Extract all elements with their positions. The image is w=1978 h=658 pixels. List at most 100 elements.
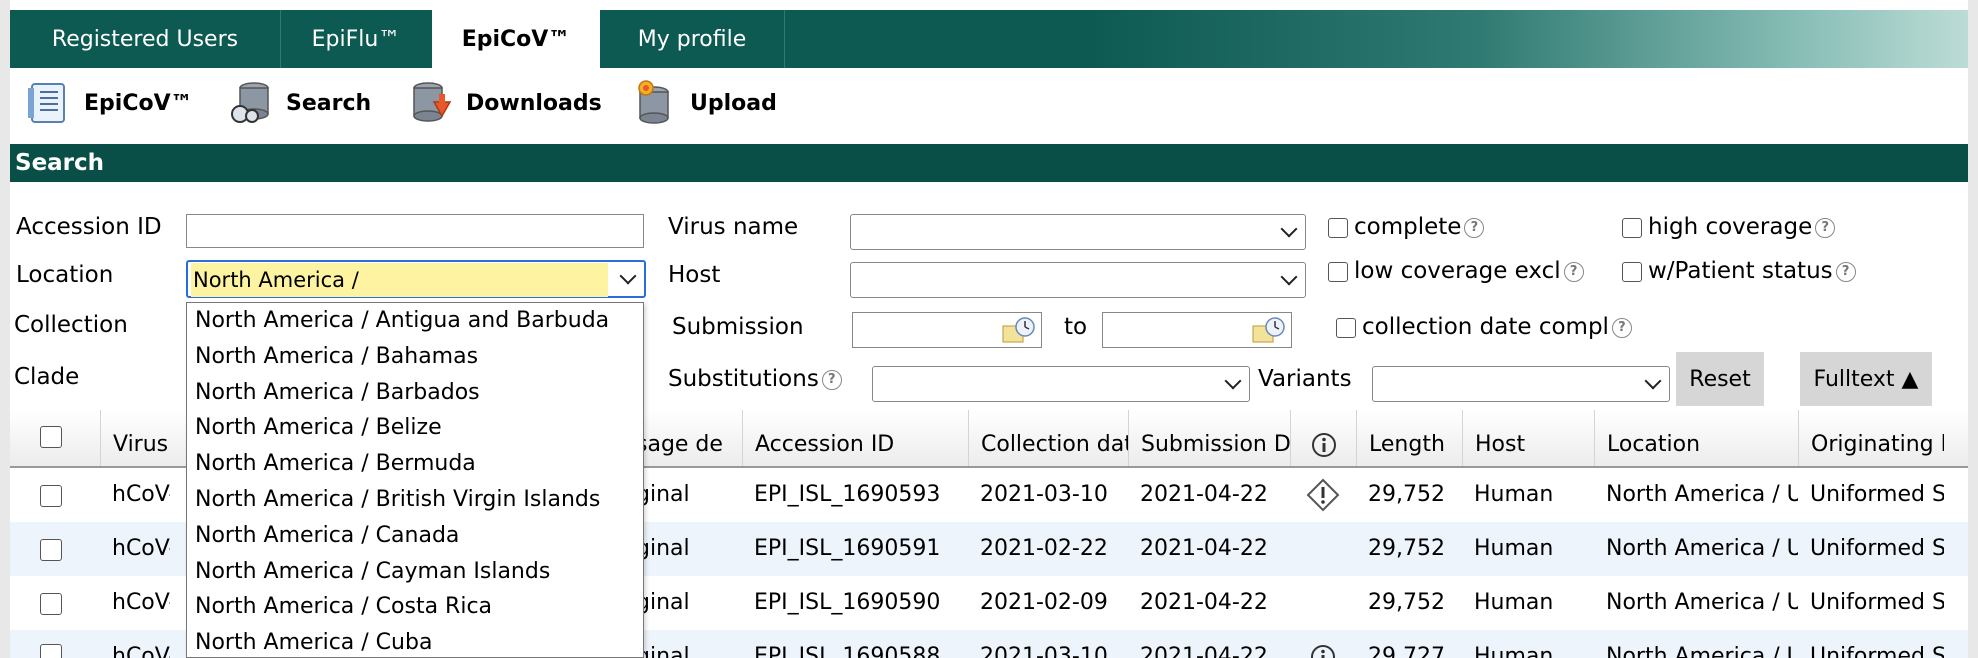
substitutions-select[interactable] (872, 366, 1250, 402)
cell-length: 29,752 (1368, 482, 1445, 507)
collection-date-complete-checkbox[interactable] (1336, 318, 1356, 338)
accession-id-input[interactable] (186, 214, 644, 248)
cell-originating-lab: Uniformed S (1810, 482, 1944, 507)
cell-accession-id[interactable]: EPI_ISL_1690591 (742, 522, 968, 576)
submission-to-date[interactable] (1102, 312, 1292, 348)
cell-location: North America / U (1606, 590, 1798, 615)
cell-passage: ginal (636, 482, 690, 507)
location-option[interactable]: North America / Antigua and Barbuda (187, 303, 643, 339)
downloads-tool-label: Downloads (466, 90, 602, 116)
cell-virus-name[interactable]: hCoV- (100, 576, 170, 630)
row-checkbox[interactable] (40, 539, 62, 561)
downloads-tool-button[interactable]: Downloads (408, 78, 602, 128)
search-tool-button[interactable]: Search (228, 78, 371, 128)
location-option[interactable]: North America / British Virgin Islands (187, 482, 643, 518)
high-coverage-label: high coverage? (1648, 214, 1836, 240)
high-coverage-checkbox[interactable] (1622, 218, 1642, 238)
epicov-tool-button[interactable]: EpiCoV™ (26, 78, 193, 128)
cell-accession-id[interactable]: EPI_ISL_1690590 (742, 576, 968, 630)
location-select[interactable]: North America / (186, 260, 646, 298)
col-length[interactable]: Length (1356, 410, 1462, 466)
col-originating-lab[interactable]: Originating l (1798, 410, 1944, 466)
col-location[interactable]: Location (1594, 410, 1798, 466)
info-icon (1311, 645, 1335, 658)
row-checkbox[interactable] (40, 593, 62, 615)
accession-id-label: Accession ID (16, 214, 162, 240)
cell-flag (1290, 630, 1356, 658)
upload-tool-button[interactable]: Upload (632, 78, 777, 128)
cell-passage: ginal (636, 644, 690, 658)
cell-length: 29,752 (1368, 536, 1445, 561)
chevron-down-icon (1224, 372, 1242, 390)
cell-length: 29,727 (1368, 644, 1445, 658)
cell-flag (1290, 468, 1356, 522)
location-option[interactable]: North America / Cayman Islands (187, 554, 643, 590)
calendar-icon[interactable] (1251, 316, 1285, 346)
host-label: Host (668, 262, 721, 288)
location-option[interactable]: North America / Belize (187, 410, 643, 446)
location-option[interactable]: North America / Bermuda (187, 446, 643, 482)
cell-collection-date: 2021-02-09 (980, 590, 1108, 615)
cell-originating-lab: Uniformed S (1810, 536, 1944, 561)
cell-location: North America / U (1606, 482, 1798, 507)
help-icon[interactable]: ? (1815, 217, 1836, 238)
cell-passage: ginal (636, 590, 690, 615)
complete-checkbox[interactable] (1328, 218, 1348, 238)
info-icon (1311, 433, 1336, 457)
low-coverage-checkbox[interactable] (1328, 262, 1348, 282)
cell-submission-date: 2021-04-22 (1140, 482, 1268, 507)
help-icon[interactable]: ? (1464, 217, 1485, 238)
col-accession-id[interactable]: Accession ID (742, 410, 968, 466)
search-tool-label: Search (286, 90, 372, 116)
fulltext-toggle-button[interactable]: Fulltext ▲ (1800, 352, 1932, 406)
database-upload-icon (638, 80, 669, 124)
app-frame: Registered Users EpiFlu™ EpiCoV™ My prof… (10, 0, 1968, 658)
upload-tool-label: Upload (690, 90, 777, 116)
variants-select[interactable] (1372, 366, 1670, 402)
cell-passage: ginal (636, 536, 690, 561)
col-info[interactable] (1290, 410, 1356, 466)
tab-registered-users[interactable]: Registered Users (10, 10, 281, 68)
host-select[interactable] (850, 262, 1306, 298)
help-icon[interactable]: ? (1611, 317, 1632, 338)
cell-virus-name[interactable]: hCoV- (100, 468, 170, 522)
top-nav: Registered Users EpiFlu™ EpiCoV™ My prof… (10, 8, 1968, 70)
cell-submission-date: 2021-04-22 (1140, 536, 1268, 561)
location-option[interactable]: North America / Barbados (187, 375, 643, 411)
col-submission-date[interactable]: Submission D (1128, 410, 1290, 466)
chevron-down-icon (1280, 268, 1298, 286)
reset-button[interactable]: Reset (1676, 352, 1764, 406)
cell-virus-name[interactable]: hCoV- (100, 522, 170, 576)
location-option[interactable]: North America / Costa Rica (187, 589, 643, 625)
cell-location: North America / U (1606, 536, 1798, 561)
tab-my-profile[interactable]: My profile (600, 10, 785, 68)
calendar-icon[interactable] (1001, 316, 1035, 346)
patient-status-checkbox[interactable] (1622, 262, 1642, 282)
row-checkbox[interactable] (40, 644, 62, 658)
cell-accession-id[interactable]: EPI_ISL_1690588 (742, 630, 968, 658)
cell-virus-name[interactable]: hCoV- (100, 630, 170, 658)
col-host[interactable]: Host (1462, 410, 1594, 466)
warning-icon (1306, 478, 1340, 512)
col-virus-name[interactable]: Virus n (100, 410, 170, 466)
substitutions-label: Substitutions? (668, 366, 842, 392)
help-icon[interactable]: ? (1835, 261, 1856, 282)
cell-length: 29,752 (1368, 590, 1445, 615)
cell-accession-id[interactable]: EPI_ISL_1690593 (742, 468, 968, 522)
tab-epiflu[interactable]: EpiFlu™ (280, 10, 433, 68)
col-collection-date[interactable]: Collection dat (968, 410, 1128, 466)
help-icon[interactable]: ? (821, 369, 842, 390)
virus-name-select[interactable] (850, 214, 1306, 250)
clade-label: Clade (14, 364, 80, 390)
location-option[interactable]: North America / Bahamas (187, 339, 643, 375)
location-option[interactable]: North America / Canada (187, 518, 643, 554)
chevron-down-icon (619, 267, 637, 285)
submission-from-date[interactable] (852, 312, 1042, 348)
select-all-checkbox[interactable] (40, 426, 62, 448)
location-option[interactable]: North America / Cuba (187, 625, 643, 657)
col-passage-details[interactable]: sage de (636, 410, 736, 466)
tab-epicov[interactable]: EpiCoV™ (432, 8, 600, 70)
help-icon[interactable]: ? (1563, 261, 1584, 282)
chevron-down-icon (1280, 220, 1298, 238)
row-checkbox[interactable] (40, 485, 62, 507)
